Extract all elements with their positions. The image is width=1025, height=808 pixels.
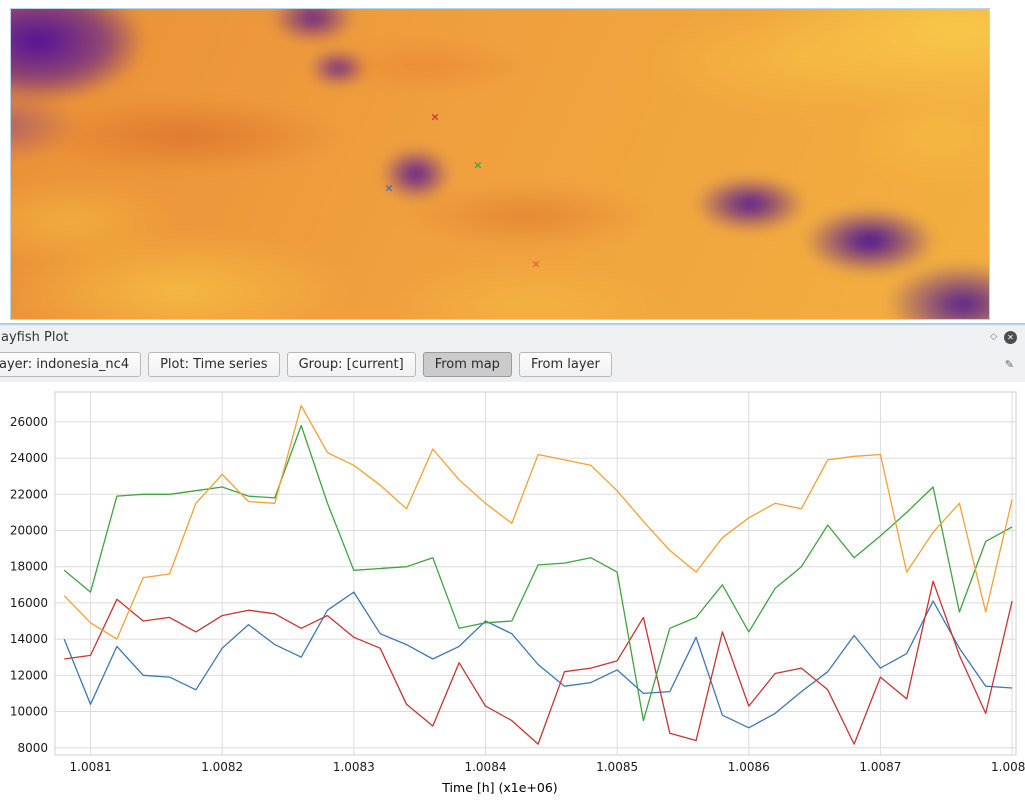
plot-options-icon[interactable]: ✎ <box>1005 358 1014 371</box>
y-tick-label: 18000 <box>10 560 48 574</box>
point-3-green-line <box>64 426 1012 721</box>
x-tick-label: 1.0084 <box>464 760 506 774</box>
point-2-red-line <box>64 581 1012 744</box>
close-panel-icon[interactable]: ✕ <box>1004 331 1017 344</box>
series-lines <box>64 406 1012 744</box>
x-tick-labels: 1.0081 1.0082 1.0083 1.0084 1.0085 1.0086 1.00… <box>70 760 1025 774</box>
map-point-red: × <box>430 112 439 123</box>
plot-type-button[interactable]: Plot: Time series <box>148 352 279 377</box>
panel-title: ayfish Plot <box>1 330 69 345</box>
crayfish-plot-panel: ayfish Plot ◇ ✕ ayer: indonesia_nc4 Plot… <box>0 325 1025 804</box>
y-tick-labels: 8000 10000 12000 14000 16000 18000 20000 22000 2… <box>10 415 48 755</box>
x-axis-title: Time [h] (x1e+06) <box>441 780 557 795</box>
y-tick-label: 22000 <box>10 487 48 501</box>
map-point-orange: × <box>531 259 540 270</box>
y-tick-label: 24000 <box>10 451 48 465</box>
plot-area[interactable]: 1.0081 1.0082 1.0083 1.0084 1.0085 1.0086 1.00… <box>0 382 1025 804</box>
y-tick-label: 20000 <box>10 524 48 538</box>
y-tick-label: 10000 <box>10 705 48 719</box>
from-map-button[interactable]: From map <box>423 352 512 377</box>
map-point-blue: × <box>384 183 393 194</box>
panel-header: ayfish Plot ◇ ✕ <box>0 325 1025 349</box>
timeseries-chart[interactable]: 1.0081 1.0082 1.0083 1.0084 1.0085 1.0086 1.00… <box>0 382 1025 800</box>
float-panel-icon[interactable]: ◇ <box>990 332 997 342</box>
raster-heatmap <box>10 8 990 320</box>
y-tick-label: 14000 <box>10 632 48 646</box>
point-4-orange-line <box>64 406 1012 639</box>
point-1-blue-line <box>64 592 1012 728</box>
x-tick-label: 1.0083 <box>333 760 375 774</box>
from-layer-button[interactable]: From layer <box>519 352 612 377</box>
y-tick-label: 16000 <box>10 596 48 610</box>
y-tick-label: 26000 <box>10 415 48 429</box>
x-tick-label: 1.0088 <box>991 760 1025 774</box>
y-tick-label: 12000 <box>10 668 48 682</box>
group-button[interactable]: Group: [current] <box>287 352 416 377</box>
map-point-green: × <box>473 160 482 171</box>
x-tick-label: 1.0087 <box>859 760 901 774</box>
qgis-window: × × × × ayfish Plot ◇ ✕ ayer: indonesia_nc4… <box>0 8 1025 804</box>
plot-toolbar: ayer: indonesia_nc4 Plot: Time series Gr… <box>0 349 1025 382</box>
y-tick-label: 8000 <box>17 741 48 755</box>
panel-header-icons: ◇ ✕ <box>990 331 1017 344</box>
map-canvas[interactable]: × × × × <box>10 8 990 320</box>
x-tick-label: 1.0081 <box>70 760 112 774</box>
x-tick-label: 1.0082 <box>201 760 243 774</box>
layer-button[interactable]: ayer: indonesia_nc4 <box>0 352 141 377</box>
x-tick-label: 1.0086 <box>728 760 770 774</box>
x-tick-label: 1.0085 <box>596 760 638 774</box>
